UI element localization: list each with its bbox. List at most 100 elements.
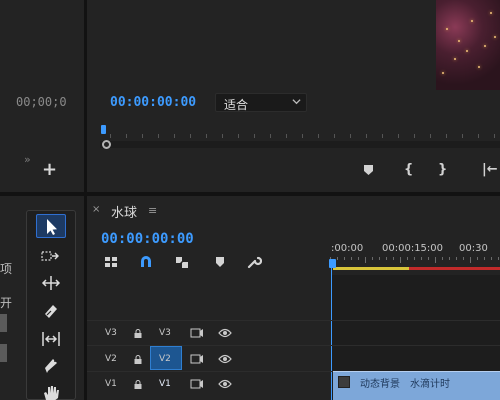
ruler-tick: [351, 257, 352, 260]
ruler-tick: [421, 257, 422, 260]
pen-tool-icon[interactable]: [40, 357, 62, 375]
ruler-tick: [393, 257, 394, 260]
selection-tool-icon[interactable]: [40, 218, 62, 236]
project-panel-text: 项: [0, 262, 13, 276]
timeline-ruler[interactable]: [330, 257, 500, 265]
mark-out-button[interactable]: }: [438, 162, 447, 177]
timeline-timecode[interactable]: 00:00:00:00: [101, 231, 194, 247]
clip-name: 动态背景 水滴计时: [360, 379, 450, 390]
ruler-tick: [365, 257, 366, 263]
track-source-label[interactable]: V3: [105, 328, 117, 338]
ruler-tick: [456, 257, 457, 260]
ruler-tick: [379, 257, 380, 260]
ruler-time-label: 00:30: [459, 243, 488, 254]
clip-fx-icon: [338, 376, 350, 388]
ruler-tick: [398, 134, 399, 138]
ruler-tick: [270, 134, 271, 138]
sequence-tab-name[interactable]: 水球: [111, 202, 137, 221]
lock-icon[interactable]: [134, 328, 142, 338]
monitor-playhead[interactable]: [101, 125, 106, 134]
ruler-tick: [337, 257, 338, 260]
ruler-tick: [126, 134, 127, 138]
eye-icon[interactable]: [218, 328, 232, 338]
ruler-tick: [174, 134, 175, 138]
sync-lock-icon[interactable]: [190, 379, 204, 389]
ruler-tick: [463, 257, 464, 260]
monitor-zoom-handle[interactable]: [102, 140, 111, 149]
ruler-tick: [449, 257, 450, 260]
ruler-tick: [446, 134, 447, 138]
program-preview-image: [436, 0, 500, 90]
eye-icon[interactable]: [218, 354, 232, 364]
ruler-time-label: :00:00: [331, 243, 364, 254]
track-name-label[interactable]: V3: [159, 328, 171, 338]
ruler-tick: [142, 134, 143, 138]
add-button-icon[interactable]: +: [42, 160, 57, 180]
timeline-playhead-line: [331, 266, 332, 400]
close-sequence-icon[interactable]: ×: [92, 204, 100, 215]
more-controls-icon[interactable]: »: [24, 153, 31, 166]
fit-zoom-value: 适合: [224, 98, 249, 112]
ruler-tick: [478, 134, 479, 138]
ruler-tick: [222, 134, 223, 138]
snap-magnet-icon[interactable]: [138, 255, 154, 269]
track-separator: [87, 345, 500, 346]
ruler-tick: [350, 134, 351, 138]
add-marker-icon[interactable]: [212, 255, 228, 269]
ruler-tick: [494, 134, 495, 138]
sync-lock-icon[interactable]: [190, 328, 204, 338]
wrench-settings-icon[interactable]: [246, 255, 263, 269]
work-area-bar-rendered[interactable]: [333, 267, 409, 270]
ruler-tick: [484, 257, 485, 260]
ruler-tick: [462, 134, 463, 138]
track-source-label[interactable]: V1: [105, 379, 117, 389]
ruler-tick: [366, 134, 367, 138]
program-timecode[interactable]: 00:00:00:00: [110, 95, 196, 110]
nest-sequence-icon[interactable]: [103, 255, 119, 269]
ruler-tick: [498, 257, 499, 260]
lock-icon[interactable]: [134, 379, 142, 389]
ruler-tick: [400, 257, 401, 263]
fit-zoom-dropdown[interactable]: 适合: [215, 93, 307, 112]
project-item-thumbnail[interactable]: [0, 344, 7, 362]
sync-lock-icon[interactable]: [190, 354, 204, 364]
monitor-time-ruler[interactable]: [100, 127, 500, 141]
ruler-tick: [302, 134, 303, 138]
project-panel-text: 开: [0, 296, 13, 310]
project-item-thumbnail[interactable]: [0, 314, 7, 332]
ruler-time-label: 00:00:15:00: [382, 243, 444, 254]
ruler-tick: [190, 134, 191, 138]
track-select-tool-icon[interactable]: [40, 247, 62, 265]
ruler-tick: [318, 134, 319, 138]
ruler-tick: [414, 134, 415, 138]
ruler-tick: [206, 134, 207, 138]
eye-icon[interactable]: [218, 379, 232, 389]
mark-in-button[interactable]: {: [404, 162, 413, 177]
track-name-label[interactable]: V2: [159, 354, 171, 364]
monitor-zoom-scrollbar[interactable]: [100, 141, 500, 148]
ruler-tick: [430, 134, 431, 138]
work-area-bar-unrendered[interactable]: [409, 267, 500, 270]
ruler-tick: [414, 257, 415, 260]
ruler-tick: [286, 134, 287, 138]
slip-tool-icon[interactable]: [40, 330, 62, 348]
lock-icon[interactable]: [134, 354, 142, 364]
track-name-label[interactable]: V1: [159, 379, 171, 389]
ruler-tick: [470, 257, 471, 263]
ruler-tick: [442, 257, 443, 260]
ripple-edit-tool-icon[interactable]: [40, 274, 62, 292]
hand-tool-icon[interactable]: [40, 384, 62, 400]
linked-selection-icon[interactable]: [174, 255, 190, 269]
track-separator: [87, 320, 500, 321]
go-to-in-button[interactable]: |←: [482, 162, 498, 177]
ruler-tick: [382, 134, 383, 138]
chevron-down-icon: [292, 97, 301, 109]
ruler-tick: [238, 134, 239, 138]
ruler-tick: [158, 134, 159, 138]
ruler-tick: [386, 257, 387, 260]
track-source-label[interactable]: V2: [105, 354, 117, 364]
source-timecode[interactable]: 00;00;0: [16, 95, 67, 109]
razor-tool-icon[interactable]: [40, 302, 62, 320]
ruler-tick: [491, 257, 492, 260]
panel-menu-icon[interactable]: ≡: [148, 204, 157, 217]
